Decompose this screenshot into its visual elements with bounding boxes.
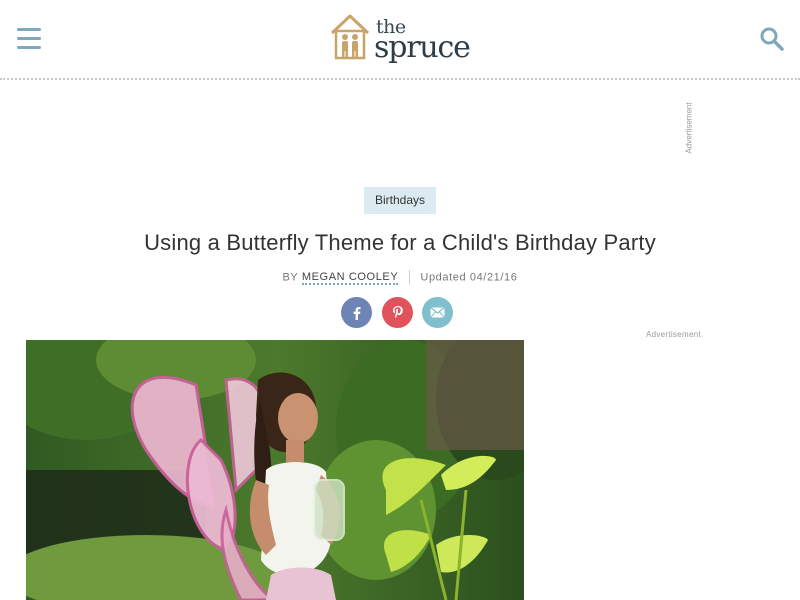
house-logo-icon [330, 14, 370, 60]
byline: BY MEGAN COOLEY Updated 04/21/16 [0, 270, 800, 286]
article-title: Using a Butterfly Theme for a Child's Bi… [144, 230, 656, 255]
pinterest-share-button[interactable] [382, 297, 413, 328]
pinterest-icon [392, 305, 403, 318]
site-logo[interactable]: the spruce [328, 10, 478, 70]
site-header: the spruce [0, 0, 800, 80]
hamburger-menu-icon[interactable] [17, 28, 41, 50]
advertisement-vertical-label: Advertisement [684, 102, 694, 154]
hero-image [26, 340, 524, 600]
facebook-share-button[interactable] [341, 297, 372, 328]
byline-prefix: BY [282, 271, 299, 284]
author-link[interactable]: MEGAN COOLEY [301, 271, 399, 286]
email-icon [430, 307, 445, 318]
search-icon[interactable] [759, 26, 785, 52]
logo-text-spruce: spruce [374, 30, 471, 65]
email-share-button[interactable] [422, 297, 453, 328]
advertisement-label: Advertisement [646, 330, 702, 339]
byline-divider [408, 270, 410, 285]
category-tag[interactable]: Birthdays [364, 187, 436, 214]
updated-date: Updated 04/21/16 [420, 271, 518, 284]
facebook-icon [353, 306, 360, 320]
